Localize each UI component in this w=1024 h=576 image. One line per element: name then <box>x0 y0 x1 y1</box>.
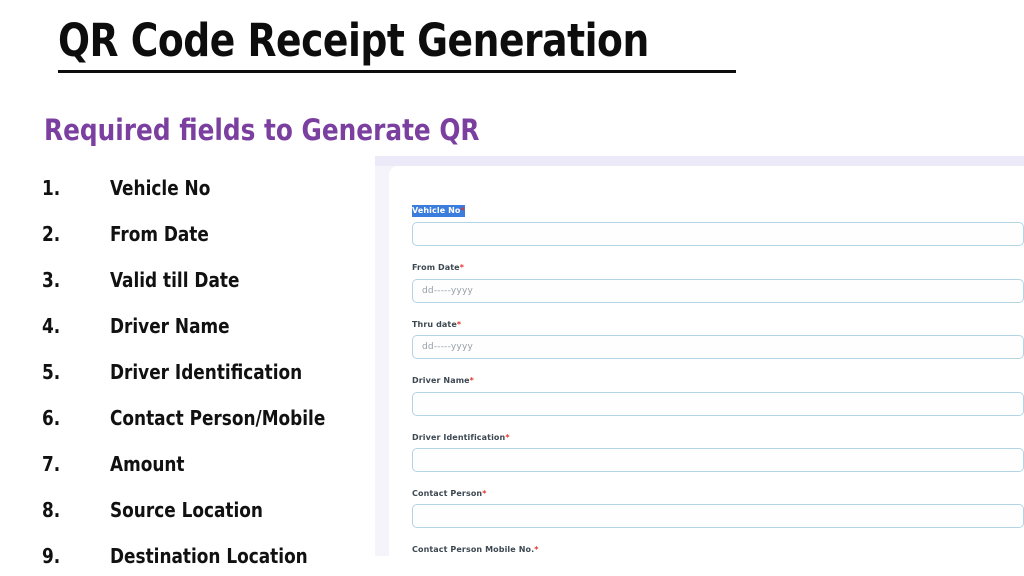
form-text-input[interactable] <box>412 222 1024 247</box>
form-card: Vehicle No* From Date* dd-----yyyy Thru dat… <box>389 166 1024 556</box>
list-item: 6. Contact Person/Mobile <box>42 406 372 452</box>
list-item-label: Valid till Date <box>110 268 240 292</box>
form-text-input[interactable] <box>412 447 1024 472</box>
form-text-input[interactable] <box>412 391 1024 416</box>
form-field-stack: Vehicle No* From Date* dd-----yyyy Thru dat… <box>412 200 1024 556</box>
input-placeholder: dd-----yyyy <box>422 285 474 296</box>
list-item: 1. Vehicle No <box>42 176 372 222</box>
list-item: 9. Destination Location <box>42 544 372 576</box>
form-field-label-text: Contact Person Mobile No. <box>412 545 535 555</box>
list-item-label: Amount <box>110 452 185 476</box>
form-field-label-row: From Date* <box>412 257 1024 278</box>
form-field-group: Driver Identification* <box>412 427 1024 472</box>
list-item-label: Source Location <box>110 498 263 522</box>
list-item-number: 6. <box>42 406 61 430</box>
required-asterisk: * <box>460 206 465 215</box>
form-field-label: Contact Person Mobile No.* <box>412 545 539 555</box>
required-asterisk: * <box>456 319 462 329</box>
page-title: QR Code Receipt Generation <box>58 14 649 67</box>
required-asterisk: * <box>459 263 465 273</box>
list-item-number: 5. <box>42 360 61 384</box>
list-item-label: Driver Name <box>110 314 230 338</box>
list-item-label: Vehicle No <box>110 176 211 200</box>
form-text-input[interactable]: dd-----yyyy <box>412 278 1024 303</box>
list-item-number: 1. <box>42 176 61 200</box>
list-item: 4. Driver Name <box>42 314 372 360</box>
form-field-group: Vehicle No* <box>412 200 1024 247</box>
list-item-number: 3. <box>42 268 61 292</box>
list-item-label: Driver Identification <box>110 360 303 384</box>
form-field-label-row: Contact Person Mobile No.* <box>412 539 1024 556</box>
form-field-group: Thru date* dd-----yyyy <box>412 314 1024 360</box>
list-item-number: 2. <box>42 222 61 246</box>
required-asterisk: * <box>482 488 487 498</box>
list-item-number: 8. <box>42 498 61 522</box>
form-text-input[interactable]: dd-----yyyy <box>412 335 1024 360</box>
slide-canvas: QR Code Receipt Generation Required fiel… <box>0 0 1024 576</box>
form-text-input[interactable] <box>412 504 1024 529</box>
form-field-label: From Date* <box>412 263 464 273</box>
form-field-label-row: Thru date* <box>412 314 1024 335</box>
required-asterisk: * <box>469 376 474 386</box>
list-item-label: Contact Person/Mobile <box>110 406 326 430</box>
required-asterisk: * <box>505 432 510 442</box>
form-field-group: Contact Person Mobile No.* <box>412 539 1024 556</box>
form-field-label-text: Vehicle No <box>412 206 461 215</box>
form-field-label: Driver Name* <box>412 376 474 386</box>
form-field-label-text: Driver Identification <box>412 432 506 442</box>
form-field-label: Thru date* <box>412 320 461 330</box>
list-item-number: 4. <box>42 314 61 338</box>
form-field-label: Driver Identification* <box>412 433 510 443</box>
form-field-label-text: Driver Name <box>412 376 470 386</box>
form-field-group: From Date* dd-----yyyy <box>412 257 1024 303</box>
form-field-label-text: Thru date <box>412 319 457 329</box>
required-fields-list: 1. Vehicle No 2. From Date 3. Valid till Date… <box>42 176 372 576</box>
form-field-label-text: Contact Person <box>412 488 483 498</box>
list-item: 7. Amount <box>42 452 372 498</box>
panel-top-band <box>375 156 1024 166</box>
section-heading: Required fields to Generate QR <box>44 113 480 147</box>
list-item-number: 9. <box>42 544 61 568</box>
form-field-label-row: Driver Identification* <box>412 427 1024 448</box>
form-field-group: Contact Person* <box>412 483 1024 529</box>
form-field-label-row: Vehicle No* <box>412 200 1024 222</box>
form-field-label-row: Contact Person* <box>412 483 1024 504</box>
form-field-label-row: Driver Name* <box>412 370 1024 391</box>
required-asterisk: * <box>534 545 539 555</box>
list-item-number: 7. <box>42 452 61 476</box>
title-underline-rule <box>58 70 736 73</box>
form-field-label: Vehicle No* <box>412 205 465 218</box>
list-item-label: From Date <box>110 222 209 246</box>
list-item-label: Destination Location <box>110 544 308 568</box>
list-item: 2. From Date <box>42 222 372 268</box>
list-item: 8. Source Location <box>42 498 372 544</box>
list-item: 3. Valid till Date <box>42 268 372 314</box>
form-field-label-text: From Date <box>412 263 460 273</box>
list-item: 5. Driver Identification <box>42 360 372 406</box>
form-field-label: Contact Person* <box>412 489 487 499</box>
form-field-group: Driver Name* <box>412 370 1024 416</box>
input-placeholder: dd-----yyyy <box>422 342 474 353</box>
form-screenshot-panel: Vehicle No* From Date* dd-----yyyy Thru dat… <box>375 156 1024 556</box>
